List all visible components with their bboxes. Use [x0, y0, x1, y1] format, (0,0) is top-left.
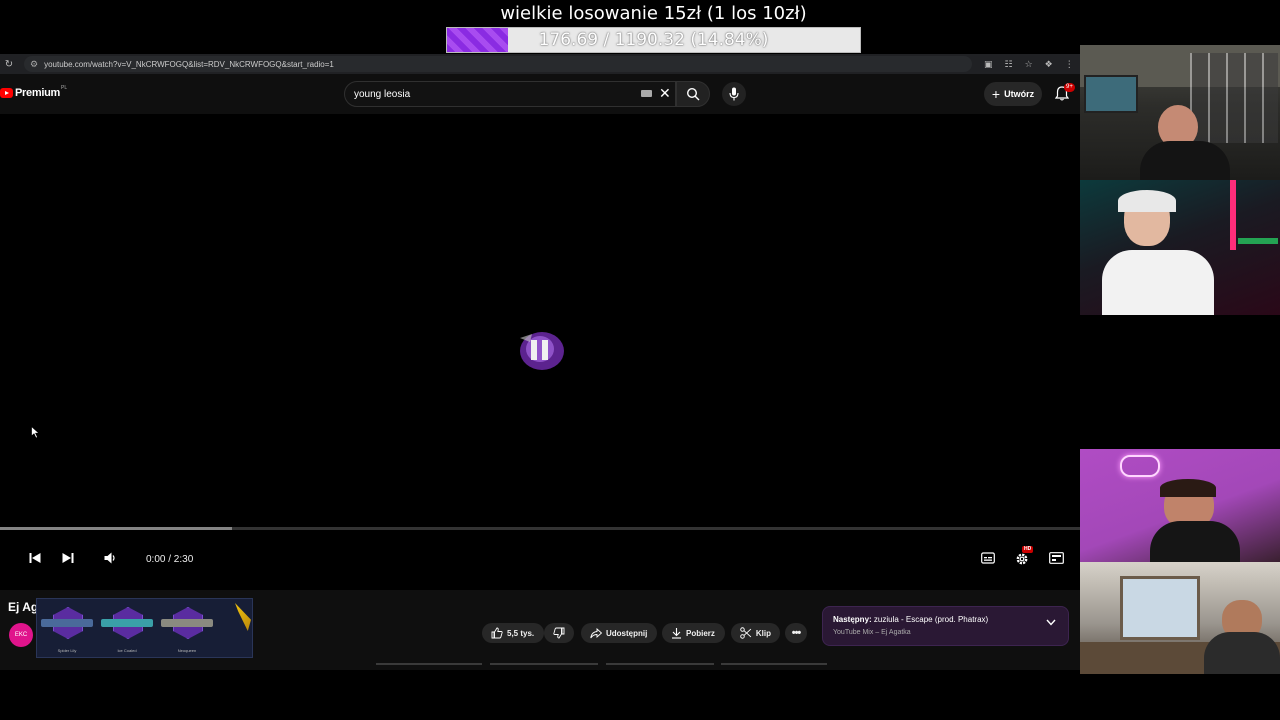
next-video-title: Następny: zuziula - Escape (prod. Phatra…	[833, 615, 989, 624]
next-button[interactable]	[62, 552, 74, 564]
thumbs-up-icon	[491, 627, 503, 639]
youtube-logo[interactable]: Premium PL	[0, 85, 67, 99]
clip-button[interactable]: Klip	[731, 623, 780, 643]
reload-icon[interactable]: ↻	[0, 59, 18, 70]
share-label: Udostępnij	[606, 628, 648, 638]
plus-icon: +	[991, 86, 1001, 102]
video-info-panel: Ej Ag EKC Spider Lily Ice Coaled Neoquee…	[0, 590, 1080, 670]
webcam-feed	[1080, 562, 1280, 674]
player-controls: 0:00 / 2:30 HD	[0, 546, 1080, 572]
hd-badge: HD	[1022, 546, 1034, 553]
mute-button[interactable]	[104, 552, 117, 564]
mouse-cursor-icon	[31, 426, 40, 439]
knife-icon	[235, 603, 251, 631]
divider	[606, 663, 714, 665]
search-icon	[686, 87, 700, 101]
skin-label: Spider Lily	[57, 648, 77, 653]
progress-bar[interactable]	[0, 527, 1080, 530]
subtitles-icon	[981, 552, 995, 564]
microphone-icon	[729, 87, 739, 101]
skin-label: Neoqueen	[177, 648, 197, 653]
webcam-feed	[1080, 45, 1280, 180]
goal-title: wielkie losowanie 15zł (1 los 10zł)	[500, 3, 807, 24]
scissors-icon	[740, 627, 752, 639]
like-button[interactable]: 5,5 tys.	[482, 623, 544, 643]
previous-icon	[29, 553, 41, 563]
video-player[interactable]: 0:00 / 2:30 HD	[0, 114, 1080, 590]
star-icon[interactable]: ☆	[1025, 59, 1033, 70]
volume-icon	[104, 552, 115, 564]
skin-card: Ice Coaled	[97, 599, 157, 657]
logo-text: Premium	[15, 87, 60, 99]
more-actions-button[interactable]: •••	[785, 623, 807, 643]
webcam-feed	[1080, 180, 1280, 315]
region-code: PL	[61, 85, 68, 91]
address-bar[interactable]: ⚙ youtube.com/watch?v=V_NkCRWFOGQ&list=R…	[24, 56, 972, 72]
dislike-button[interactable]	[544, 623, 574, 643]
settings-button[interactable]: HD	[1015, 546, 1034, 566]
thumbs-down-icon	[553, 627, 565, 639]
miniplayer-icon	[1049, 552, 1064, 564]
rifle-icon	[161, 619, 213, 627]
download-button[interactable]: Pobierz	[662, 623, 725, 643]
progress-loaded	[0, 527, 233, 530]
create-button[interactable]: + Utwórz	[984, 82, 1042, 106]
chevron-down-icon[interactable]	[1046, 619, 1056, 626]
youtube-header: Premium PL ✕ + Utwórz 9+	[0, 74, 1080, 114]
create-label: Utwórz	[1004, 89, 1035, 99]
notifications-button[interactable]: 9+	[1054, 83, 1075, 106]
download-icon	[672, 628, 681, 639]
time-display: 0:00 / 2:30	[146, 554, 194, 565]
install-icon[interactable]: ▣	[984, 59, 993, 70]
video-title: Ej Ag	[8, 600, 39, 614]
next-video-card[interactable]: Następny: zuziula - Escape (prod. Phatra…	[822, 606, 1069, 646]
extensions-icon[interactable]: ❖	[1045, 59, 1053, 70]
goal-progress-text: 176.69 / 1190.32 (14.84%)	[538, 30, 769, 50]
skin-label: Ice Coaled	[117, 648, 137, 653]
gear-icon	[1016, 553, 1028, 565]
skin-card: Spider Lily	[37, 599, 97, 657]
webcam-feed	[1080, 449, 1280, 562]
clear-search-icon[interactable]: ✕	[659, 85, 671, 102]
skin-card: Neoqueen	[157, 599, 217, 657]
divider	[490, 663, 598, 665]
keyboard-icon[interactable]	[641, 90, 652, 97]
subtitles-button[interactable]	[981, 552, 995, 564]
share-icon	[590, 627, 602, 638]
previous-button[interactable]	[29, 552, 41, 564]
miniplayer-button[interactable]	[1049, 552, 1064, 564]
voice-search-button[interactable]	[722, 82, 746, 106]
like-count: 5,5 tys.	[507, 628, 535, 638]
notification-badge: 9+	[1064, 83, 1075, 92]
next-icon	[62, 553, 74, 563]
clip-label: Klip	[755, 628, 771, 638]
url-text: youtube.com/watch?v=V_NkCRWFOGQ&list=RDV…	[44, 59, 334, 69]
browser-toolbar: ↻ ⚙ youtube.com/watch?v=V_NkCRWFOGQ&list…	[0, 54, 1080, 74]
site-info-icon[interactable]: ⚙	[30, 59, 38, 70]
search-input[interactable]	[354, 88, 634, 100]
goal-progress-bar: 176.69 / 1190.32 (14.84%)	[446, 27, 861, 53]
search-button[interactable]	[676, 81, 710, 107]
skins-overlay: Spider Lily Ice Coaled Neoqueen	[36, 598, 253, 658]
download-label: Pobierz	[686, 628, 715, 638]
share-button[interactable]: Udostępnij	[581, 623, 657, 643]
divider	[376, 663, 482, 665]
next-video-subtitle: YouTube Mix – Ej Agatka	[833, 629, 911, 636]
search-box[interactable]: ✕	[344, 81, 676, 107]
more-icon: •••	[791, 627, 802, 639]
translate-icon[interactable]: ☷	[1005, 59, 1013, 70]
divider	[721, 663, 827, 665]
channel-avatar[interactable]: EKC	[9, 623, 33, 647]
rifle-icon	[101, 619, 153, 627]
loading-icon	[520, 332, 564, 370]
youtube-play-icon	[0, 88, 13, 98]
menu-icon[interactable]: ⋮	[1065, 59, 1074, 70]
rifle-icon	[41, 619, 93, 627]
